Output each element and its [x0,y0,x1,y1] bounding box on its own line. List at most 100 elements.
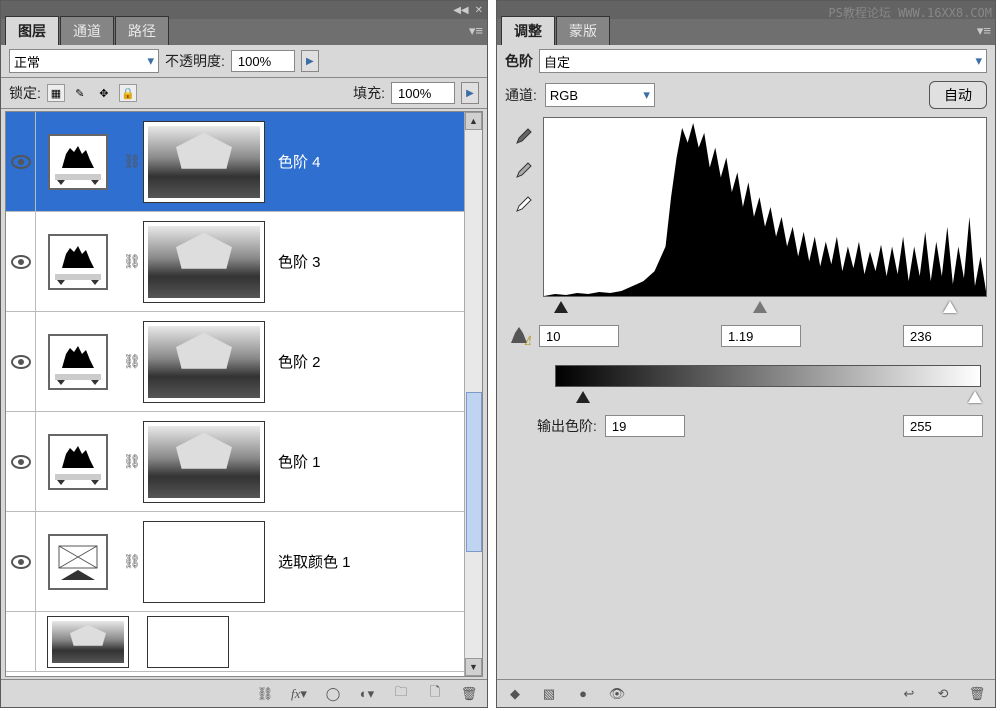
collapse-icon[interactable]: ◀◀ [453,5,468,16]
opacity-stepper[interactable]: ▶ [301,50,319,72]
layer-row-levels-4[interactable]: ⛓ 色阶 4 [6,112,482,212]
input-mid-field[interactable]: 1.19 [721,325,801,347]
adjustment-icon[interactable]: ◐▾ [357,684,377,704]
levels-adj-icon [48,134,108,190]
mask-thumbnail[interactable] [144,522,264,602]
midtone-slider[interactable] [753,301,767,313]
layer-row-levels-3[interactable]: ⛓ 色阶 3 [6,212,482,312]
tab-channels[interactable]: 通道 [60,16,114,45]
output-gradient [555,365,981,387]
delete-icon[interactable]: 🗑 [459,684,479,704]
channel-label: 通道: [505,85,537,105]
lock-brush-icon[interactable]: ✎ [71,84,89,102]
blend-opacity-row: 正常 ▾ 不透明度: 100% ▶ [1,45,487,78]
mask-thumbnail[interactable] [148,617,228,667]
channel-select[interactable]: RGB ▾ [545,83,655,107]
layer-name: 色阶 3 [278,251,321,272]
lock-all-icon[interactable]: 🔒 [119,84,137,102]
opacity-input[interactable]: 100% [231,50,295,72]
mask-icon[interactable]: ◯ [323,684,343,704]
layer-row-levels-1[interactable]: ⛓ 色阶 1 [6,412,482,512]
link-icon[interactable]: ⛓ [120,253,144,270]
scrollbar[interactable]: ▲ ▼ [464,112,482,676]
layer-name: 色阶 1 [278,451,321,472]
mask-thumbnail[interactable] [144,222,264,302]
preset-row: 色阶 自定 ▾ [497,45,995,77]
reset-default-icon[interactable]: ⟲ [933,684,953,704]
eyedropper-white-icon[interactable] [513,191,537,215]
blend-mode-select[interactable]: 正常 ▾ [9,49,159,73]
eyedropper-gray-icon[interactable] [513,157,537,181]
tab-masks[interactable]: 蒙版 [556,16,610,45]
link-icon[interactable]: ⛓ [120,353,144,370]
tab-paths[interactable]: 路径 [115,16,169,45]
chevron-down-icon: ▾ [975,53,982,69]
scrollbar-thumb[interactable] [466,392,482,552]
layers-bottom-bar: ⛓ fx▾ ◯ ◐▾ 🗀 🗋 🗑 [1,679,487,707]
fx-icon[interactable]: fx▾ [289,684,309,704]
fill-input[interactable]: 100% [391,82,455,104]
lock-label: 锁定: [9,83,41,103]
output-white-slider[interactable] [968,391,982,403]
close-icon[interactable]: ✕ [475,5,483,16]
visibility-toggle[interactable] [11,555,31,569]
new-layer-icon[interactable]: 🗋 [425,684,445,704]
adjustment-type-label: 色阶 [505,51,533,71]
link-icon[interactable]: ⛓ [120,153,144,170]
eyedropper-group [505,117,537,297]
mask-thumbnail[interactable] [144,422,264,502]
opacity-label: 不透明度: [165,51,225,71]
panel-menu-icon[interactable]: ▾≡ [977,23,991,39]
lock-transparent-icon[interactable]: ▦ [47,84,65,102]
input-level-sliders [545,301,987,317]
view-previous-icon[interactable]: ● [573,684,593,704]
fill-stepper[interactable]: ▶ [461,82,479,104]
tab-layers[interactable]: 图层 [5,16,59,45]
visibility-toggle[interactable] [11,255,31,269]
auto-button[interactable]: 自动 [929,81,987,109]
output-black-field[interactable]: 19 [605,415,685,437]
toggle-visibility-icon[interactable]: 👁 [607,684,627,704]
levels-adj-icon [48,334,108,390]
output-black-slider[interactable] [576,391,590,403]
output-white-field[interactable]: 255 [903,415,983,437]
input-white-field[interactable]: 236 [903,325,983,347]
mask-thumbnail[interactable] [144,122,264,202]
scroll-up-icon[interactable]: ▲ [465,112,482,130]
fill-label: 填充: [353,83,385,103]
clip-to-layer-icon[interactable]: ▧ [539,684,559,704]
visibility-toggle[interactable] [11,455,31,469]
highlight-slider[interactable] [943,301,957,313]
back-icon[interactable]: ◆ [505,684,525,704]
lock-fill-row: 锁定: ▦ ✎ ✥ 🔒 填充: 100% ▶ [1,78,487,109]
layer-thumbnail[interactable] [48,617,128,667]
tab-adjustments[interactable]: 调整 [501,16,555,45]
panel-menu-icon[interactable]: ▾≡ [469,23,483,39]
link-icon[interactable]: ⛓ [120,453,144,470]
visibility-toggle[interactable] [11,155,31,169]
layer-row-partial[interactable] [6,612,482,672]
histogram-area [505,117,987,297]
reset-icon[interactable]: ↩ [899,684,919,704]
selective-color-adj-icon [48,534,108,590]
link-icon[interactable]: ⛓ [120,553,144,570]
input-black-field[interactable]: 10 [539,325,619,347]
output-levels-row: 输出色阶: 19 255 [537,415,983,437]
layer-row-selective-color-1[interactable]: ⛓ 选取颜色 1 [6,512,482,612]
preset-value: 自定 [544,52,570,71]
tab-strip: 图层 通道 路径 ▾≡ [1,19,487,45]
histogram-display [543,117,987,297]
eyedropper-black-icon[interactable] [513,123,537,147]
link-layers-icon[interactable]: ⛓ [255,684,275,704]
lock-move-icon[interactable]: ✥ [95,84,113,102]
scroll-down-icon[interactable]: ▼ [465,658,482,676]
group-icon[interactable]: 🗀 [391,684,411,704]
delete-adjustment-icon[interactable]: 🗑 [967,684,987,704]
shadow-slider[interactable] [554,301,568,313]
output-level-sliders [555,391,981,407]
visibility-toggle[interactable] [11,355,31,369]
histogram-warning-icon[interactable]: ⚠ [509,325,531,347]
layer-row-levels-2[interactable]: ⛓ 色阶 2 [6,312,482,412]
preset-select[interactable]: 自定 ▾ [539,49,987,73]
mask-thumbnail[interactable] [144,322,264,402]
